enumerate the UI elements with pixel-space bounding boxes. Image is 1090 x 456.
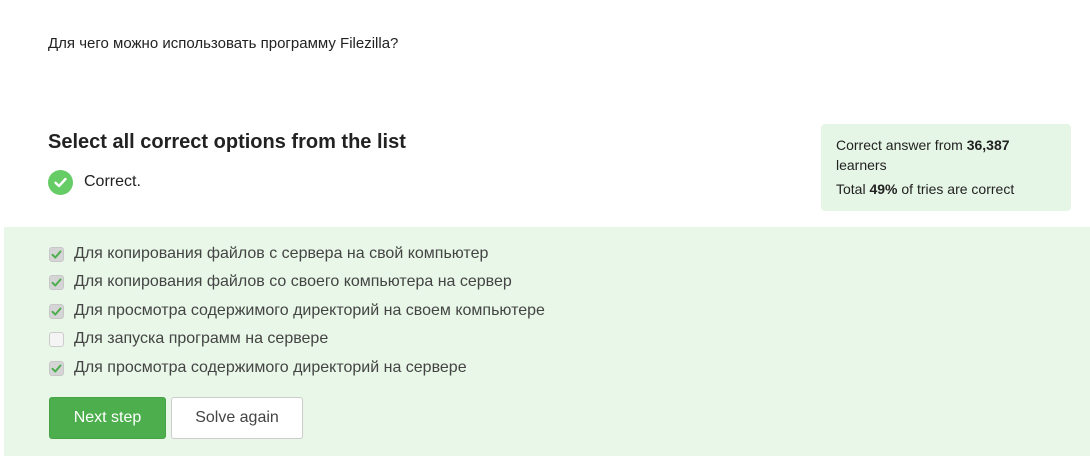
checkbox[interactable] xyxy=(49,360,64,376)
solve-again-button[interactable]: Solve again xyxy=(171,397,303,439)
stats-total: Total 49% of tries are correct xyxy=(836,179,1056,199)
option-label: Для копирования файлов с сервера на свой… xyxy=(74,245,489,262)
question-text: Для чего можно использовать программу Fi… xyxy=(48,35,399,52)
checkbox[interactable] xyxy=(49,303,64,319)
checkbox[interactable] xyxy=(49,246,64,262)
learners-suffix: learners xyxy=(836,157,887,173)
options-panel: Для копирования файлов с сервера на свой… xyxy=(4,227,1090,456)
stats-prefix: Correct answer from xyxy=(836,137,967,153)
total-suffix: of tries are correct xyxy=(897,181,1015,197)
option-item[interactable]: Для запуска программ на сервере xyxy=(49,329,328,349)
instruction-heading: Select all correct options from the list xyxy=(48,131,406,153)
status-text: Correct. xyxy=(84,173,141,190)
option-label: Для запуска программ на сервере xyxy=(74,330,329,347)
option-item[interactable]: Для копирования файлов с сервера на свой… xyxy=(49,244,488,264)
checkbox[interactable] xyxy=(49,331,64,347)
checkmark-icon xyxy=(51,307,62,315)
check-circle-icon xyxy=(48,169,73,195)
checkbox[interactable] xyxy=(49,274,64,290)
stats-box: Correct answer from 36,387 learners Tota… xyxy=(821,124,1071,211)
correct-percent: 49% xyxy=(869,181,898,197)
option-item[interactable]: Для копирования файлов со своего компьют… xyxy=(49,272,512,292)
checkmark-icon xyxy=(51,278,62,286)
stats-learners: Correct answer from 36,387 learners xyxy=(836,135,1046,175)
option-label: Для просмотра содержимого директорий на … xyxy=(74,359,467,376)
status-correct: Correct. xyxy=(48,169,141,195)
next-step-button[interactable]: Next step xyxy=(49,397,166,439)
option-label: Для просмотра содержимого директорий на … xyxy=(74,302,545,319)
checkmark-icon xyxy=(51,364,62,372)
option-label: Для копирования файлов со своего компьют… xyxy=(74,273,512,290)
total-prefix: Total xyxy=(836,181,870,197)
option-item[interactable]: Для просмотра содержимого директорий на … xyxy=(49,301,545,321)
checkmark-icon xyxy=(51,250,62,258)
option-item[interactable]: Для просмотра содержимого директорий на … xyxy=(49,358,467,378)
learners-count: 36,387 xyxy=(966,137,1010,153)
